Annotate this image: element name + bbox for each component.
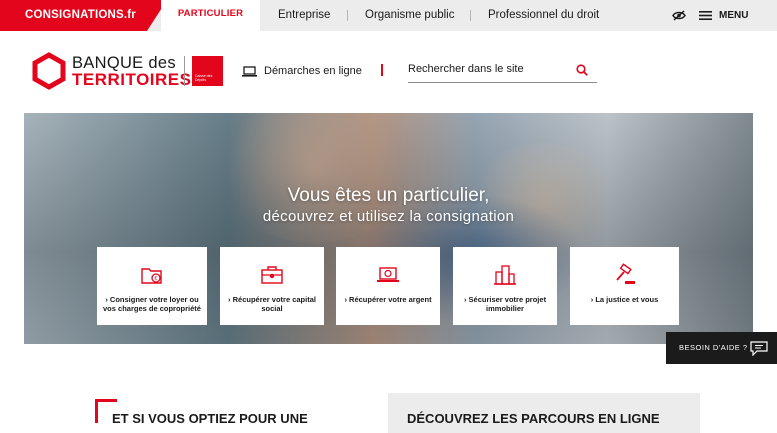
laptop-euro-icon <box>377 267 399 282</box>
tab-entreprise[interactable]: Entreprise <box>278 0 330 31</box>
card-label: › Récupérer votre capital social <box>228 295 316 313</box>
site-brand-link[interactable]: CONSIGNATIONS.fr <box>0 0 167 31</box>
search-icon[interactable] <box>576 64 588 76</box>
demarches-label: Démarches en ligne <box>264 65 362 77</box>
section-accent-mark <box>95 399 98 423</box>
card-label: › La justice et vous <box>590 295 659 304</box>
logo-divider <box>184 56 185 86</box>
menu-button[interactable]: MENU <box>719 0 748 31</box>
laptop-icon <box>242 65 257 77</box>
demarches-en-ligne-link[interactable]: Démarches en ligne <box>242 63 362 79</box>
hero-title: Vous êtes un particulier, <box>287 185 490 206</box>
svg-text:€: € <box>154 276 157 282</box>
search-input[interactable]: Rechercher dans le site <box>408 56 597 83</box>
card-label: › Consigner votre loyer ou vos charges d… <box>103 295 201 313</box>
divider <box>347 10 348 21</box>
section-heading-right: DÉCOUVREZ LES PARCOURS EN LIGNE <box>407 411 660 426</box>
section-accent-mark <box>95 399 117 402</box>
top-bar: CONSIGNATIONS.fr PARTICULIER Entreprise … <box>0 0 777 31</box>
gavel-icon <box>615 263 635 284</box>
divider <box>470 10 471 21</box>
chat-bubble-icon <box>750 341 768 356</box>
section-heading-left: ET SI VOUS OPTIEZ POUR UNE <box>112 411 308 426</box>
tab-organisme-public[interactable]: Organisme public <box>365 0 454 31</box>
hero-subtitle: découvrez et utilisez la consignation <box>262 208 515 225</box>
search-placeholder: Rechercher dans le site <box>408 63 524 75</box>
accessibility-eye-icon[interactable] <box>672 10 686 21</box>
card-label: › Récupérer votre argent <box>344 295 432 304</box>
help-label: BESOIN D'AIDE ? <box>679 343 748 352</box>
card-recuperer-capital-social[interactable]: › Récupérer votre capital social <box>220 247 324 325</box>
card-recuperer-argent[interactable]: › Récupérer votre argent <box>336 247 440 325</box>
logo-text-territoires: TERRITOIRES <box>72 70 192 89</box>
tab-particulier[interactable]: PARTICULIER <box>161 0 260 31</box>
briefcase-icon <box>261 266 283 284</box>
caisse-des-depots-logo: Caisse des Dépôts <box>192 56 223 86</box>
card-la-justice-et-vous[interactable]: › La justice et vous <box>570 247 679 325</box>
buildings-icon <box>494 265 516 285</box>
help-button[interactable]: BESOIN D'AIDE ? <box>666 332 777 364</box>
banque-des-territoires-logo-icon[interactable] <box>32 52 66 90</box>
card-securiser-projet-immobilier[interactable]: › Sécuriser votre projet immobilier <box>453 247 557 325</box>
card-label: › Sécuriser votre projet immobilier <box>463 295 547 313</box>
folder-euro-icon: € <box>141 268 162 284</box>
card-consigner-loyer[interactable]: € › Consigner votre loyer ou vos charges… <box>97 247 207 325</box>
tab-professionnel-du-droit[interactable]: Professionnel du droit <box>488 0 599 31</box>
cdc-logo-text: Caisse des Dépôts <box>195 74 213 82</box>
hamburger-menu-icon[interactable] <box>699 11 712 20</box>
red-divider <box>381 64 383 76</box>
